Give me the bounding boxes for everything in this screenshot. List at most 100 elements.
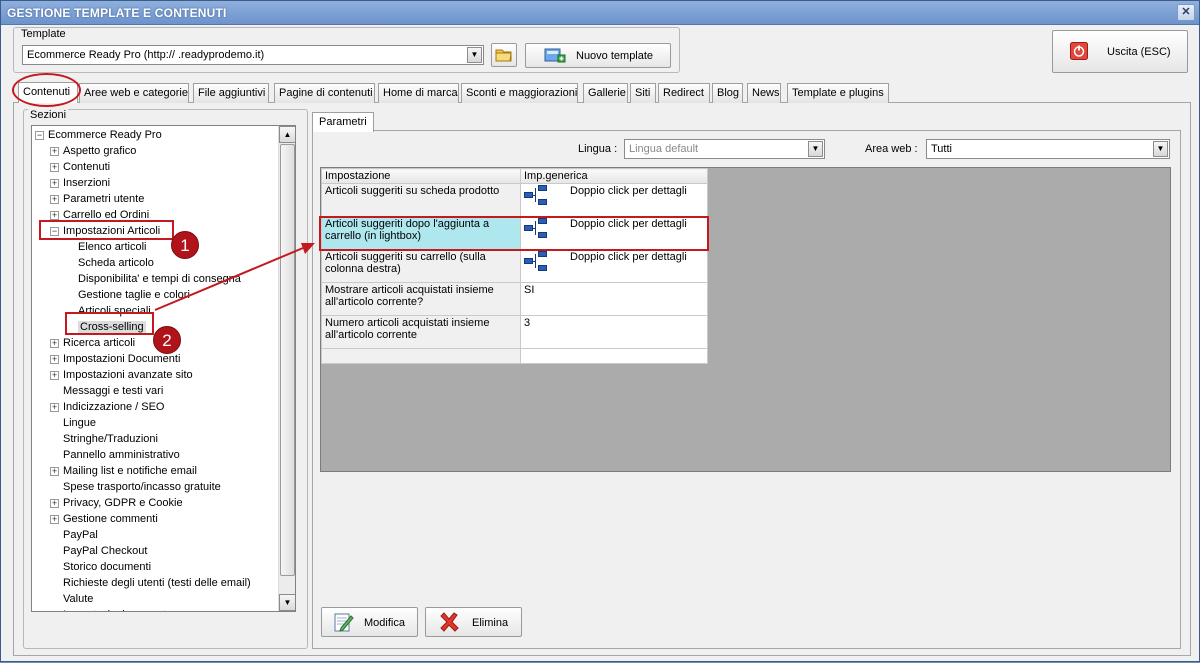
value-cell[interactable]: Doppio click per dettagli	[520, 183, 708, 217]
expand-icon[interactable]: +	[50, 515, 59, 524]
tree-node-label: Impostazioni avanzate sito	[63, 369, 193, 381]
sezioni-label: Sezioni	[28, 109, 69, 121]
expand-icon[interactable]: +	[50, 371, 59, 380]
tree-node[interactable]: + Impostazioni avanzate sito	[50, 367, 193, 383]
tab-parametri[interactable]: Parametri	[312, 112, 374, 132]
template-select[interactable]: Ecommerce Ready Pro (http:// .readyprode…	[22, 45, 484, 65]
table-row[interactable]: Numero articoli acquistati insieme all'a…	[321, 315, 708, 349]
table-row[interactable]: Mostrare articoli acquistati insieme all…	[321, 282, 708, 316]
lingua-select[interactable]: Lingua default ▼	[624, 139, 825, 159]
tab-file-aggiuntivi[interactable]: File aggiuntivi	[193, 83, 269, 103]
value-cell[interactable]: Doppio click per dettagli	[520, 249, 708, 283]
lingua-label: Lingua :	[578, 143, 618, 155]
setting-cell[interactable]: Numero articoli acquistati insieme all'a…	[321, 315, 521, 349]
column-header-impostazione[interactable]: Impostazione	[321, 168, 521, 184]
tree-node[interactable]: + Aspetto grafico	[50, 143, 137, 159]
tab-gallerie[interactable]: Gallerie	[583, 83, 628, 103]
exit-button[interactable]: Uscita (ESC)	[1052, 30, 1188, 73]
tree-node[interactable]: + Ricerca articoli	[50, 335, 135, 351]
tree-node[interactable]: + Contenuti	[50, 159, 110, 175]
tab-redirect[interactable]: Redirect	[658, 83, 710, 103]
tree-node[interactable]: + Indicizzazione / SEO	[50, 399, 165, 415]
tree-node-label: Impostazioni avanzate	[63, 609, 172, 611]
tree-node[interactable]: Disponibilita' e tempi di consegna	[78, 271, 241, 287]
tree-node[interactable]: Impostazioni avanzate	[63, 607, 172, 611]
sections-tree[interactable]: − Ecommerce Ready Pro + Aspetto grafico + Con…	[31, 125, 296, 612]
tab-home-marca[interactable]: Home di marca	[378, 83, 459, 103]
tab-template-plugins[interactable]: Template e plugins	[787, 83, 889, 103]
tree-node-label: Pannello amministrativo	[63, 449, 180, 461]
tree-node-label: Inserzioni	[63, 177, 111, 189]
scroll-up-icon[interactable]: ▲	[279, 126, 295, 143]
open-folder-button[interactable]	[491, 43, 517, 67]
tree-node[interactable]: Richieste degli utenti (testi delle emai…	[63, 575, 251, 591]
tree-node[interactable]: Gestione taglie e colori	[78, 287, 190, 303]
expand-icon[interactable]: +	[50, 403, 59, 412]
value-cell[interactable]	[520, 348, 708, 364]
tree-node[interactable]: Lingue	[63, 415, 96, 431]
area-web-select[interactable]: Tutti ▼	[926, 139, 1170, 159]
tree-scrollbar[interactable]: ▲ ▼	[278, 126, 295, 611]
collapse-icon[interactable]: −	[35, 131, 44, 140]
tree-node[interactable]: Storico documenti	[63, 559, 151, 575]
chevron-down-icon[interactable]: ▼	[1153, 141, 1168, 157]
tree-node[interactable]: Pannello amministrativo	[63, 447, 180, 463]
tree-node-label: Gestione commenti	[63, 513, 158, 525]
expand-icon[interactable]: +	[50, 211, 59, 220]
tree-node[interactable]: + Mailing list e notifiche email	[50, 463, 197, 479]
new-template-button[interactable]: Nuovo template	[525, 43, 671, 68]
tree-node[interactable]: Stringhe/Traduzioni	[63, 431, 158, 447]
tab-news[interactable]: News	[747, 83, 781, 103]
chevron-down-icon[interactable]: ▼	[467, 47, 482, 63]
column-header-imp-generica[interactable]: Imp.generica	[520, 168, 708, 184]
table-row[interactable]: Articoli suggeriti su scheda prodotto Do…	[321, 183, 708, 217]
annotation-badge-1: 1	[171, 231, 199, 259]
chevron-down-icon[interactable]: ▼	[808, 141, 823, 157]
tree-node[interactable]: Spese trasporto/incasso gratuite	[63, 479, 221, 495]
expand-icon[interactable]: +	[50, 355, 59, 364]
tab-aree-web[interactable]: Aree web e categorie	[79, 83, 189, 103]
tab-blog[interactable]: Blog	[712, 83, 743, 103]
expand-icon[interactable]: +	[50, 195, 59, 204]
add-template-icon	[544, 48, 566, 63]
tree-node[interactable]: + Parametri utente	[50, 191, 144, 207]
tree-node[interactable]: PayPal	[63, 527, 98, 543]
tree-node-label: Elenco articoli	[78, 241, 147, 253]
tab-siti[interactable]: Siti	[630, 83, 656, 103]
table-row[interactable]: Articoli suggeriti su carrello (sulla co…	[321, 249, 708, 283]
elimina-button[interactable]: Elimina	[425, 607, 522, 637]
tree-node[interactable]: Messaggi e testi vari	[63, 383, 163, 399]
setting-cell[interactable]: Articoli suggeriti su carrello (sulla co…	[321, 249, 521, 283]
tree-node[interactable]: Valute	[63, 591, 93, 607]
expand-icon[interactable]: +	[50, 467, 59, 476]
value-cell[interactable]: 3	[520, 315, 708, 349]
elimina-label: Elimina	[472, 617, 509, 629]
expand-icon[interactable]: +	[50, 179, 59, 188]
setting-cell[interactable]: Articoli suggeriti su scheda prodotto	[321, 183, 521, 217]
table-row-empty[interactable]	[321, 348, 708, 364]
tree-node[interactable]: Elenco articoli	[78, 239, 146, 255]
modifica-button[interactable]: Modifica	[321, 607, 418, 637]
scroll-down-icon[interactable]: ▼	[279, 594, 295, 611]
tree-node[interactable]: + Privacy, GDPR e Cookie	[50, 495, 183, 511]
expand-icon[interactable]: +	[50, 499, 59, 508]
value-cell[interactable]: SI	[520, 282, 708, 316]
tree-node-label: Aspetto grafico	[63, 145, 137, 157]
area-web-value: Tutti	[931, 143, 952, 155]
tree-node[interactable]: Scheda articolo	[78, 255, 154, 271]
scroll-thumb[interactable]	[280, 144, 295, 576]
tree-node[interactable]: − Ecommerce Ready Pro	[35, 127, 162, 143]
value-text: Doppio click per dettagli	[570, 185, 687, 197]
tab-pagine-contenuti[interactable]: Pagine di contenuti	[274, 83, 375, 103]
setting-cell[interactable]: Mostrare articoli acquistati insieme all…	[321, 282, 521, 316]
expand-icon[interactable]: +	[50, 147, 59, 156]
tree-node[interactable]: + Gestione commenti	[50, 511, 158, 527]
expand-icon[interactable]: +	[50, 339, 59, 348]
close-button[interactable]: ✕	[1177, 4, 1195, 21]
tab-sconti[interactable]: Sconti e maggiorazioni	[461, 83, 578, 103]
expand-icon[interactable]: +	[50, 163, 59, 172]
setting-cell[interactable]	[321, 348, 521, 364]
tree-node[interactable]: PayPal Checkout	[63, 543, 147, 559]
edit-icon	[334, 613, 354, 632]
tree-node[interactable]: + Inserzioni	[50, 175, 111, 191]
